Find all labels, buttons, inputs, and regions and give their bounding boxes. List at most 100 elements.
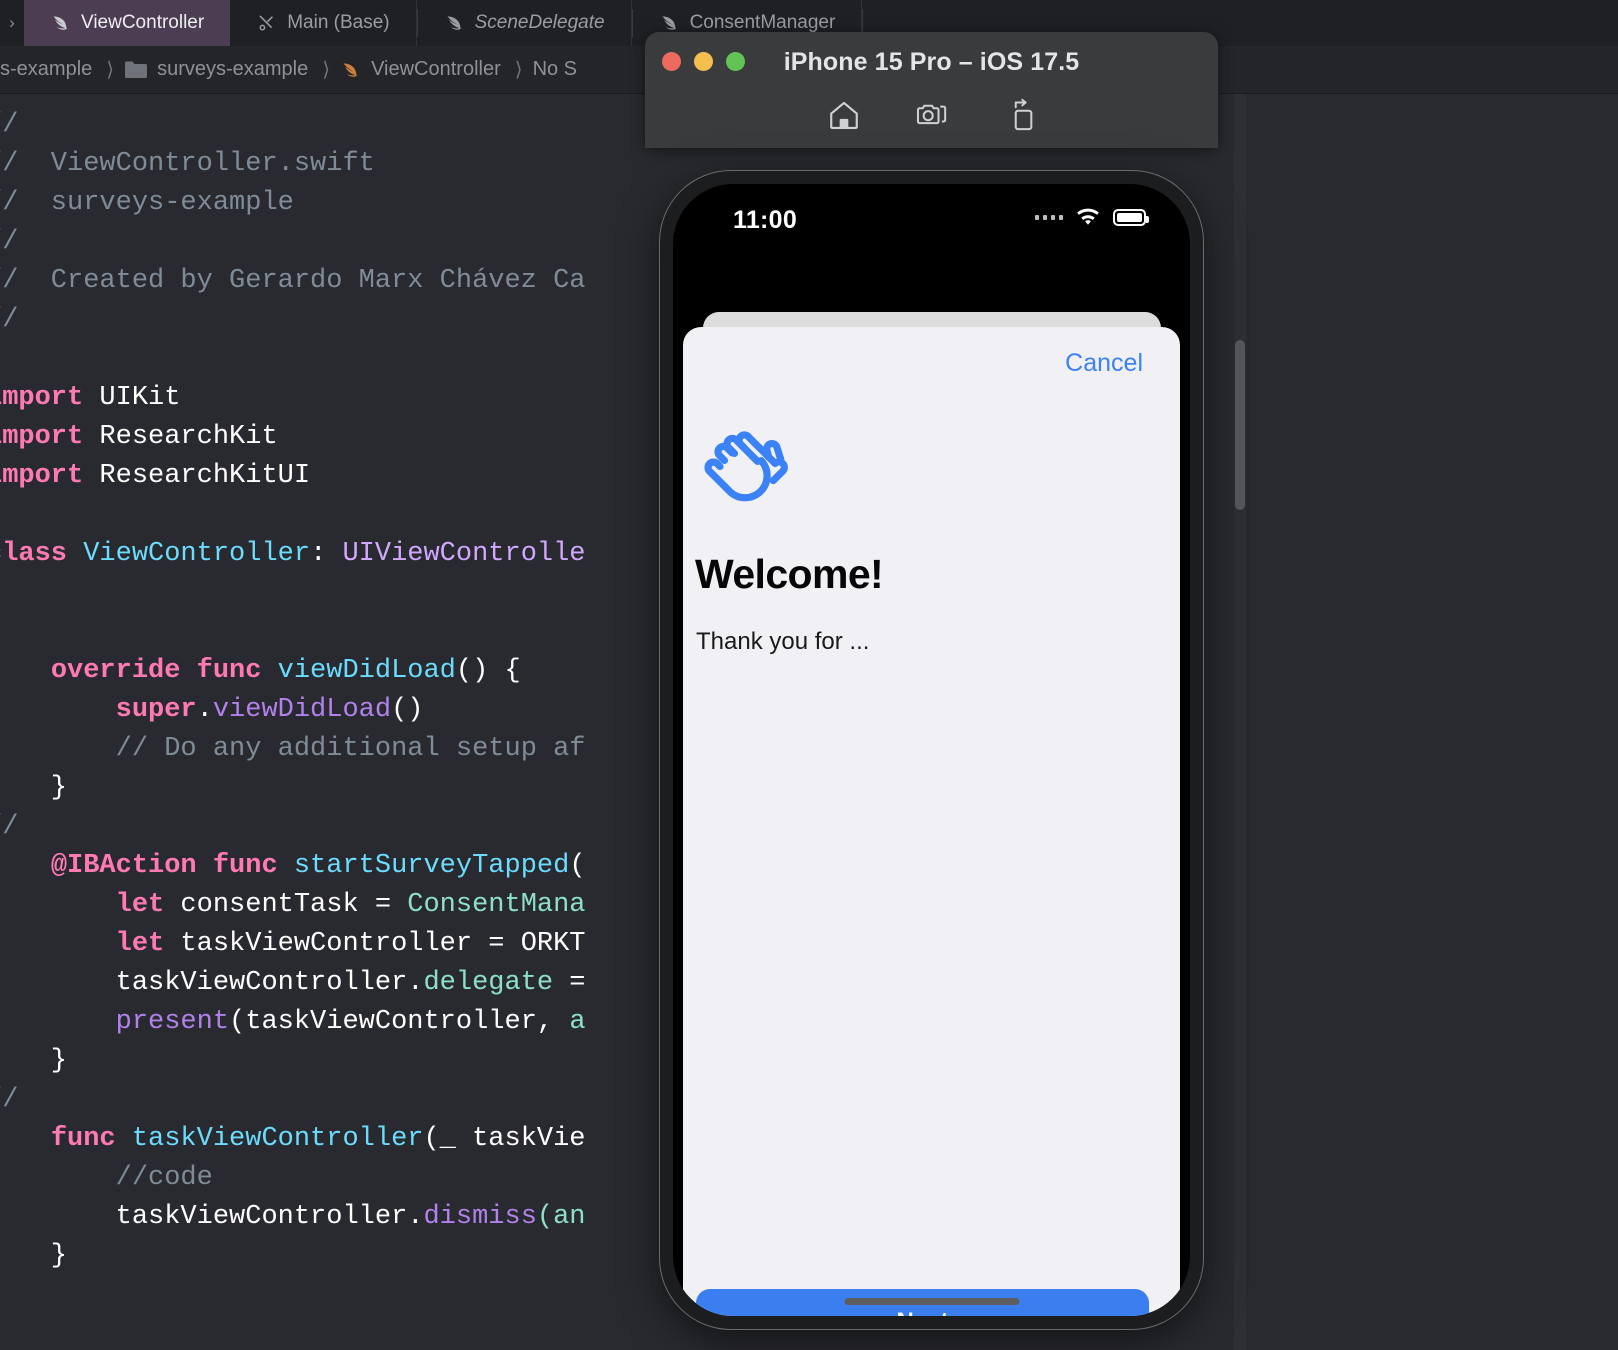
home-icon[interactable]	[827, 98, 861, 132]
code-token: ResearchKit	[83, 422, 278, 452]
code-token: taskViewController = ORKT	[164, 929, 586, 959]
code-token: delegate	[423, 968, 554, 998]
tab-scroll-left-chevron[interactable]: ›	[0, 0, 24, 46]
code-token: class	[0, 539, 68, 569]
code-token: (an	[536, 1202, 586, 1232]
breadcrumb-separator: ⟩	[106, 59, 115, 81]
code-token: import	[0, 461, 84, 491]
code-token: viewDidLoad	[212, 695, 392, 725]
swift-file-icon	[659, 13, 681, 33]
code-token: let	[115, 890, 165, 920]
breadcrumb-item-folder[interactable]: surveys-example	[124, 58, 308, 81]
tab-label: Main (Base)	[287, 12, 390, 33]
tab-label: ConsentManager	[689, 12, 836, 33]
cancel-button[interactable]: Cancel	[1065, 349, 1143, 378]
code-token: //code	[115, 1163, 213, 1193]
editor-scrollbar-thumb[interactable]	[1235, 340, 1245, 510]
folder-icon	[124, 60, 148, 79]
tab-main-base[interactable]: Main (Base)	[230, 0, 417, 46]
code-token: func	[196, 656, 262, 686]
iphone-device-frame: 11:00 Cancel Welcome! Thank you for ...	[659, 170, 1204, 1330]
code-token: =	[553, 968, 586, 998]
code-token: // Created by Gerardo Marx Chávez Ca	[0, 266, 586, 296]
code-token: super	[115, 695, 197, 725]
code-token: func	[212, 851, 278, 881]
code-token: (	[569, 851, 586, 881]
consent-sheet: Cancel Welcome! Thank you for ... Next	[683, 327, 1180, 1316]
code-token: func	[50, 1124, 116, 1154]
simulator-titlebar: iPhone 15 Pro – iOS 17.5	[645, 32, 1218, 148]
code-token: //	[0, 812, 19, 842]
code-token: ConsentMana	[407, 890, 586, 920]
interface-builder-icon	[256, 13, 278, 33]
simulator-title: iPhone 15 Pro – iOS 17.5	[783, 48, 1080, 76]
code-token: override	[50, 656, 181, 686]
page-title: Welcome!	[695, 551, 884, 597]
code-token: @IBAction	[50, 851, 197, 881]
iphone-screen: 11:00 Cancel Welcome! Thank you for ...	[673, 184, 1190, 1316]
simulator-window: iPhone 15 Pro – iOS 17.5 11:00 Cancel We…	[645, 32, 1218, 1350]
waving-hand-icon	[694, 420, 798, 524]
status-time: 11:00	[733, 206, 798, 234]
code-token: UIViewControlle	[342, 539, 586, 569]
rotate-icon[interactable]	[1003, 98, 1037, 132]
status-indicators	[1034, 208, 1149, 227]
code-token: dismiss	[423, 1202, 537, 1232]
code-token: ViewController	[83, 539, 311, 569]
cellular-signal-icon	[1034, 215, 1063, 220]
home-indicator[interactable]	[844, 1298, 1019, 1305]
page-body-text: Thank you for ...	[696, 628, 870, 655]
tab-viewcontroller[interactable]: ViewController	[24, 0, 231, 46]
editor-scrollbar-track[interactable]	[1234, 94, 1246, 1350]
code-token: //	[0, 227, 19, 257]
code-token: }	[50, 1046, 68, 1076]
tab-scenedelegate[interactable]: SceneDelegate	[418, 0, 632, 46]
code-token: // Do any additional setup af	[115, 734, 586, 764]
code-token: taskViewController	[131, 1124, 424, 1154]
simulator-toolbar	[645, 98, 1218, 132]
code-token: import	[0, 383, 84, 413]
code-token: taskViewController.	[0, 1202, 424, 1232]
breadcrumb-separator: ⟩	[514, 59, 523, 81]
code-token: .	[196, 695, 213, 725]
code-token: let	[115, 929, 165, 959]
tab-label: ViewController	[81, 12, 205, 33]
battery-icon	[1113, 209, 1149, 226]
code-token: startSurveyTapped	[293, 851, 570, 881]
breadcrumb-label: s-example	[0, 58, 93, 80]
breadcrumb-label: No S	[532, 58, 578, 80]
breadcrumb-label: ViewController	[371, 58, 501, 80]
screenshot-icon[interactable]	[915, 98, 949, 132]
breadcrumb-item-file[interactable]: ViewController	[340, 58, 501, 81]
code-token: :	[310, 539, 343, 569]
breadcrumb-label: surveys-example	[157, 58, 309, 80]
code-token: }	[50, 773, 68, 803]
code-token: viewDidLoad	[277, 656, 456, 686]
code-token: }	[50, 1241, 68, 1271]
code-token: (_ taskVie	[423, 1124, 586, 1154]
breadcrumb-item-selection[interactable]: No S	[533, 58, 577, 81]
breadcrumb-item-project[interactable]: s-example	[0, 58, 92, 81]
code-token: //	[0, 305, 19, 335]
code-token: (taskViewController,	[229, 1007, 570, 1037]
code-token: ()	[391, 695, 424, 725]
breadcrumb-separator: ⟩	[322, 59, 331, 81]
code-token: consentTask =	[164, 890, 408, 920]
tab-label: SceneDelegate	[474, 12, 605, 33]
code-token: a	[569, 1007, 586, 1037]
code-token: // ViewController.swift	[0, 149, 375, 179]
code-token: UIKit	[83, 383, 181, 413]
swift-file-icon	[50, 13, 72, 33]
